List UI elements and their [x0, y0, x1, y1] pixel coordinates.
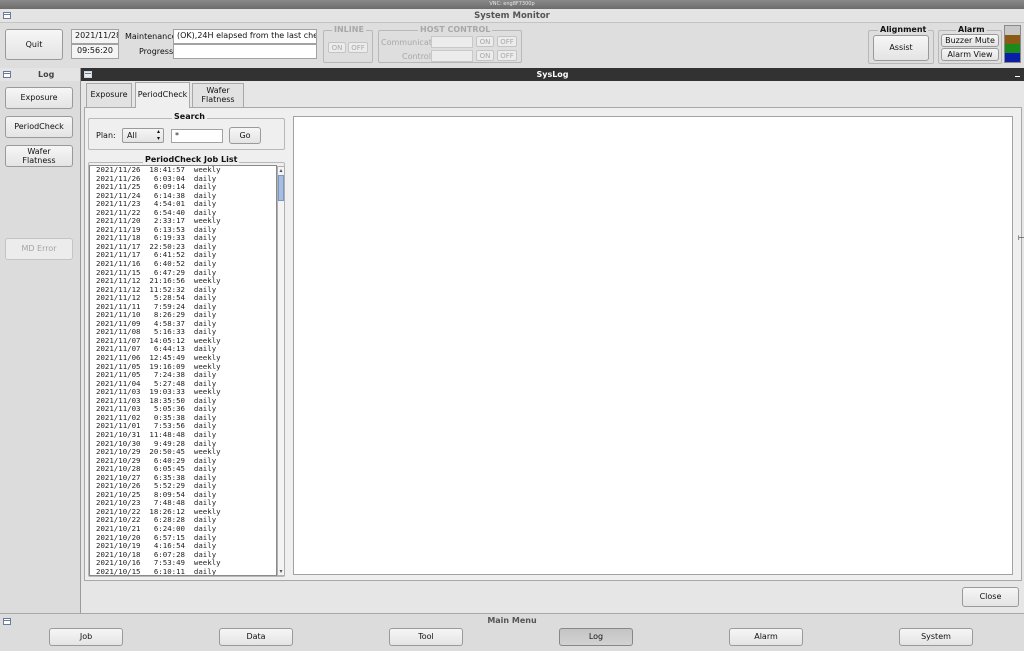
syslog-titlebar: SysLog: [81, 68, 1024, 81]
log-exposure-button[interactable]: Exposure: [5, 87, 73, 109]
filter-input[interactable]: *: [171, 129, 223, 143]
control-off-button[interactable]: OFF: [497, 50, 517, 61]
control-on-button[interactable]: ON: [476, 50, 494, 61]
alarm-title: Alarm: [956, 25, 987, 34]
menu-alarm-button[interactable]: Alarm: [729, 628, 803, 646]
menu-tool-button[interactable]: Tool: [389, 628, 463, 646]
alarm-indicator-blue: [1005, 53, 1020, 62]
alarm-indicator-brown: [1005, 35, 1020, 44]
vnc-titlebar: VNC: eng8F7300p: [0, 0, 1024, 9]
window-title: System Monitor: [474, 11, 550, 21]
menu-data-button[interactable]: Data: [219, 628, 293, 646]
time-display: 09:56:20: [71, 44, 119, 59]
log-wafer-flatness-button[interactable]: Wafer Flatness: [5, 145, 73, 167]
plan-select-value: All: [127, 131, 137, 140]
job-list-scrollbar[interactable]: ▴ ▾: [277, 166, 285, 576]
tab-wafer-flatness[interactable]: Wafer Flatness: [192, 83, 244, 107]
main-menu: Main Menu: [0, 613, 1024, 651]
communicate-on-button[interactable]: ON: [476, 36, 494, 47]
log-panel-menu-icon[interactable]: [3, 71, 11, 78]
updown-arrows-icon: ▴ ▾: [156, 128, 160, 142]
main-menu-title: Main Menu: [487, 616, 537, 625]
inline-off-button[interactable]: OFF: [348, 42, 368, 53]
alarm-indicator-gray: [1005, 26, 1020, 35]
log-detail-pane: [293, 116, 1013, 575]
log-panel-title: Log: [38, 70, 55, 79]
scroll-up-icon[interactable]: ▴: [278, 167, 284, 174]
tab-periodcheck[interactable]: PeriodCheck: [135, 82, 190, 108]
menu-job-button[interactable]: Job: [49, 628, 123, 646]
progress-label: Progress:: [139, 47, 176, 56]
communicate-field: [431, 36, 473, 48]
host-control-title: HOST CONTROL: [418, 25, 493, 34]
scroll-down-icon[interactable]: ▾: [278, 568, 284, 575]
job-list[interactable]: 2021/11/26 18:41:57 weekly 2021/11/26 6:0…: [90, 166, 276, 575]
mouse-cursor-icon: ⟝: [1018, 233, 1024, 243]
menu-log-button[interactable]: Log: [559, 628, 633, 646]
minimize-icon[interactable]: [1015, 76, 1020, 77]
alarm-view-button[interactable]: Alarm View: [941, 48, 999, 61]
communicate-off-button[interactable]: OFF: [497, 36, 517, 47]
syslog-title: SysLog: [536, 70, 569, 79]
search-title: Search: [172, 112, 207, 121]
vnc-title: VNC: eng8F7300p: [489, 1, 535, 7]
maintenance-label: Maintenance:: [125, 32, 180, 41]
assist-button[interactable]: Assist: [873, 35, 929, 61]
communicate-label: Communicate: [381, 38, 437, 47]
quit-button[interactable]: Quit: [5, 29, 63, 60]
alignment-title: Alignment: [878, 25, 929, 34]
menu-system-button[interactable]: System: [899, 628, 973, 646]
log-periodcheck-button[interactable]: PeriodCheck: [5, 116, 73, 138]
alarm-indicator-green: [1005, 44, 1020, 53]
plan-select[interactable]: All ▴ ▾: [122, 128, 164, 143]
control-field: [431, 50, 473, 62]
tab-exposure[interactable]: Exposure: [86, 83, 132, 107]
system-monitor-titlebar: System Monitor: [0, 9, 1024, 23]
buzzer-mute-button[interactable]: Buzzer Mute: [941, 34, 999, 47]
progress-field: [173, 44, 317, 59]
scrollbar-thumb[interactable]: [278, 175, 284, 201]
go-button[interactable]: Go: [229, 127, 261, 144]
inline-title: INLINE: [332, 25, 366, 34]
maintenance-field: (OK),24H elapsed from the last check: [173, 29, 317, 44]
control-label: Control:: [402, 52, 434, 61]
job-list-title: PeriodCheck Job List: [143, 155, 240, 164]
log-panel-titlebar: Log: [0, 68, 80, 81]
plan-label: Plan:: [96, 131, 116, 140]
close-button[interactable]: Close: [962, 587, 1019, 607]
inline-on-button[interactable]: ON: [328, 42, 346, 53]
alarm-indicator-column: [1004, 25, 1021, 63]
job-list-item[interactable]: 2021/10/15 6:10:11 daily: [90, 567, 276, 575]
date-display: 2021/11/28: [71, 29, 119, 44]
md-error-button[interactable]: MD Error: [5, 238, 73, 260]
